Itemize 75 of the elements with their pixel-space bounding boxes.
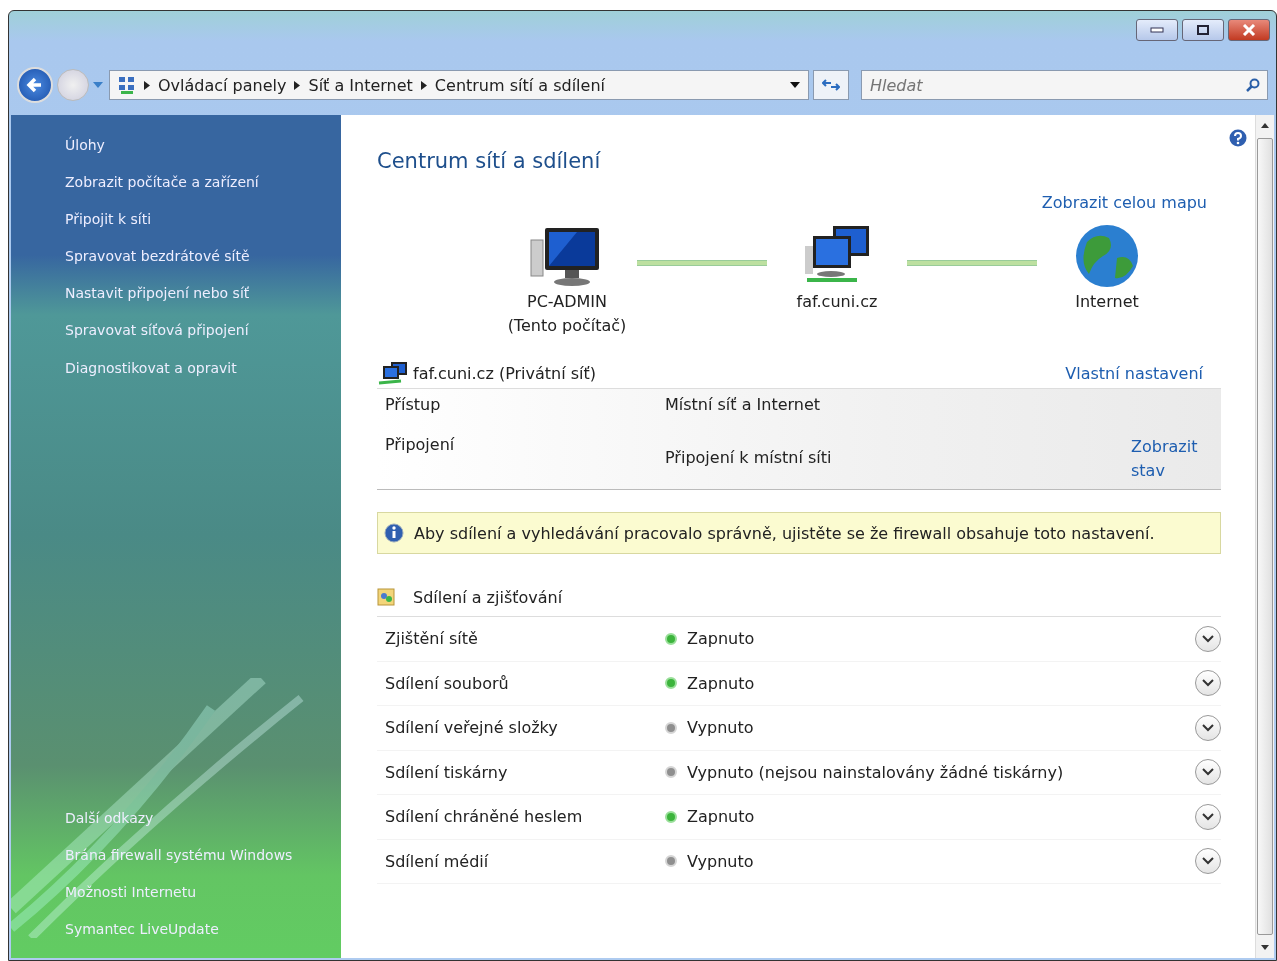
view-status-link[interactable]: Zobrazit stav xyxy=(1131,435,1221,483)
close-icon xyxy=(1242,24,1256,36)
node-label: Internet xyxy=(1075,291,1139,313)
scroll-up-icon[interactable] xyxy=(1261,123,1269,128)
info-text: Aby sdílení a vyhledávání pracovalo správně, ujistěte se že firewall obsahuje toto nastavení. xyxy=(414,523,1155,543)
detail-label: Přístup xyxy=(385,395,442,414)
network-name: faf.cuni.cz (Privátní síť) xyxy=(413,363,597,383)
detail-label: Připojení xyxy=(385,435,456,454)
chevron-down-icon xyxy=(1202,768,1214,777)
search-icon xyxy=(1246,78,1260,92)
chevron-down-icon xyxy=(1202,679,1214,688)
detail-value: Připojení k místní síti xyxy=(665,448,832,467)
sidebar-link[interactable]: Diagnostikovat a opravit xyxy=(65,359,315,376)
sidebar-heading: Další odkazy xyxy=(65,809,155,826)
back-button[interactable] xyxy=(17,67,53,103)
maximize-icon xyxy=(1197,25,1209,35)
chevron-down-icon xyxy=(1202,812,1214,821)
chevron-down-icon xyxy=(1202,634,1214,643)
customize-link[interactable]: Vlastní nastavení xyxy=(1065,363,1203,383)
scrollbar[interactable] xyxy=(1255,115,1274,958)
setting-status: Vypnuto xyxy=(687,851,754,871)
network-icon xyxy=(377,360,409,386)
address-bar[interactable]: Ovládací panely Síť a Internet Centrum sítí a sdílení xyxy=(109,70,809,100)
breadcrumb-arrow-icon xyxy=(144,80,150,90)
breadcrumb-arrow-icon xyxy=(420,80,427,90)
sidebar-link[interactable]: Spravovat bezdrátové sítě xyxy=(65,248,315,265)
chevron-down-icon xyxy=(1202,723,1214,732)
refresh-icon xyxy=(822,78,840,92)
sharing-icon xyxy=(377,588,395,606)
expand-button[interactable] xyxy=(1195,759,1221,786)
breadcrumb-item[interactable]: Síť a Internet xyxy=(308,75,413,95)
setting-label: Sdílení chráněné heslem xyxy=(384,807,584,827)
page-title: Centrum sítí a sdílení xyxy=(377,149,601,173)
expand-button[interactable] xyxy=(1195,625,1221,652)
sidebar-link[interactable]: Připojit k síti xyxy=(65,211,315,228)
close-button[interactable] xyxy=(1228,19,1270,41)
node-label: PC-ADMIN xyxy=(527,291,607,313)
scroll-down-icon[interactable] xyxy=(1261,945,1269,950)
sidebar-link[interactable]: Nastavit připojení nebo síť xyxy=(65,285,315,302)
setting-label: Sdílení médií xyxy=(384,851,490,871)
setting-status: Vypnuto (nejsou nainstalovány žádné tiskárny) xyxy=(687,762,1064,782)
full-map-link[interactable]: Zobrazit celou mapu xyxy=(1041,193,1207,212)
setting-status: Zapnuto xyxy=(687,673,755,693)
expand-button[interactable] xyxy=(1195,714,1221,741)
maximize-button[interactable] xyxy=(1182,19,1224,41)
sidebar-link[interactable]: Spravovat síťová připojení xyxy=(65,322,315,339)
section-heading: Sdílení a zjišťování xyxy=(413,587,563,607)
setting-status: Zapnuto xyxy=(687,807,755,827)
node-sublabel: (Tento počítač) xyxy=(507,315,627,337)
expand-button[interactable] xyxy=(1195,848,1221,875)
dropdown-arrow-icon[interactable] xyxy=(790,82,800,88)
sidebar-link[interactable]: Zobrazit počítače a zařízení xyxy=(65,174,315,191)
setting-label: Sdílení souborů xyxy=(384,673,510,693)
breadcrumb-item[interactable]: Centrum sítí a sdílení xyxy=(434,75,605,95)
chevron-down-icon xyxy=(1202,857,1214,866)
minimize-button[interactable] xyxy=(1136,19,1178,41)
setting-label: Sdílení veřejné složky xyxy=(384,718,559,738)
sidebar-heading: Úlohy xyxy=(65,137,106,154)
refresh-button[interactable] xyxy=(813,70,849,100)
node-label: faf.cuni.cz xyxy=(796,291,878,313)
search-field[interactable]: Hledat xyxy=(861,70,1268,100)
scrollbar-thumb[interactable] xyxy=(1257,138,1273,935)
setting-label: Sdílení tiskárny xyxy=(384,762,509,782)
control-panel-icon xyxy=(118,76,136,94)
breadcrumb-item[interactable]: Ovládací panely xyxy=(158,75,287,95)
expand-button[interactable] xyxy=(1195,803,1221,830)
setting-status: Zapnuto xyxy=(687,629,755,649)
expand-button[interactable] xyxy=(1195,670,1221,697)
setting-status: Vypnuto xyxy=(687,718,754,738)
setting-label: Zjištění sítě xyxy=(384,629,479,649)
help-icon[interactable] xyxy=(1229,129,1247,147)
breadcrumb-arrow-icon xyxy=(294,80,301,90)
info-icon xyxy=(384,523,404,543)
minimize-icon xyxy=(1150,27,1164,33)
detail-value: Místní síť a Internet xyxy=(665,395,821,414)
